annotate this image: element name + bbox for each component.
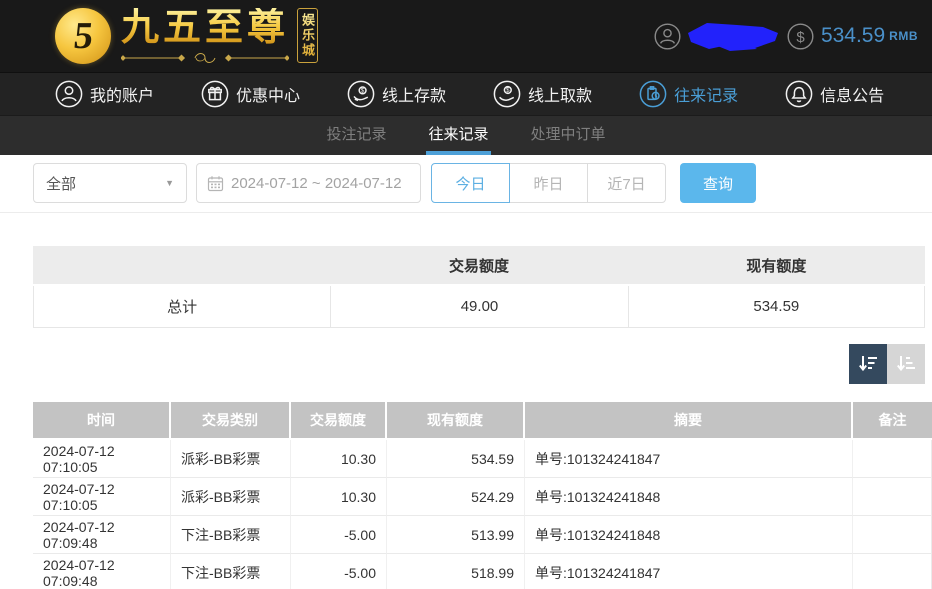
col-header-summary: 摘要 (525, 402, 853, 440)
cell-time: 2024-07-12 07:10:05 (33, 440, 171, 478)
cell-balance: 513.99 (387, 516, 525, 554)
nav-item-withdraw[interactable]: $ 线上取款 (493, 80, 592, 108)
summary-trade-amount: 49.00 (330, 286, 627, 328)
sort-descending-icon (857, 353, 879, 375)
main-nav: 我的账户 优惠中心 $ 线上存款 (0, 72, 932, 115)
table-row: 2024-07-12 07:10:05派彩-BB彩票10.30524.29单号:… (33, 478, 932, 516)
records-table: 时间 交易类别 交易额度 现有额度 摘要 备注 2024-07-12 07:10… (33, 402, 932, 589)
user-icon (55, 80, 83, 108)
summary-header-trade-amount: 交易额度 (330, 246, 627, 286)
cell-summary: 单号:101324241848 (525, 478, 853, 516)
sort-ascending-button[interactable] (887, 344, 925, 384)
today-button[interactable]: 今日 (431, 163, 510, 203)
date-range-value: 2024-07-12 ~ 2024-07-12 (231, 175, 402, 192)
summary-table: 交易额度 现有额度 总计 49.00 534.59 (33, 246, 925, 328)
cell-note (853, 554, 932, 589)
cell-note (853, 440, 932, 478)
table-row: 2024-07-12 07:09:48下注-BB彩票-5.00518.99单号:… (33, 554, 932, 589)
nav-item-announcements[interactable]: 信息公告 (785, 80, 884, 108)
col-header-balance: 现有额度 (387, 402, 525, 440)
type-select-value: 全部 (46, 173, 76, 194)
record-subtabs: 投注记录 往来记录 处理中订单 (0, 115, 932, 155)
svg-text:$: $ (796, 29, 805, 46)
cell-time: 2024-07-12 07:10:05 (33, 478, 171, 516)
quick-date-group: 今日 昨日 近7日 (431, 163, 666, 203)
cell-note (853, 478, 932, 516)
cell-balance: 534.59 (387, 440, 525, 478)
cell-summary: 单号:101324241848 (525, 516, 853, 554)
cell-amount: 10.30 (291, 440, 387, 478)
cell-type: 派彩-BB彩票 (171, 440, 291, 478)
brand-subtitle: 娱乐城 (297, 8, 318, 63)
search-button[interactable]: 查询 (680, 163, 756, 203)
balance-amount: 534.59 (821, 24, 885, 48)
col-header-time: 时间 (33, 402, 171, 440)
last7days-button[interactable]: 近7日 (587, 163, 666, 203)
cell-balance: 524.29 (387, 478, 525, 516)
calendar-icon (207, 175, 224, 192)
filter-section: 全部 ▼ 2024-07-12 ~ 2024-07-12 今日 昨日 近7日 查… (0, 155, 932, 213)
tab-betting-records[interactable]: 投注记录 (324, 116, 388, 155)
cell-balance: 518.99 (387, 554, 525, 589)
yesterday-button[interactable]: 昨日 (509, 163, 588, 203)
withdraw-icon: $ (493, 80, 521, 108)
summary-header-empty (33, 246, 330, 286)
nav-item-transaction-records[interactable]: 往来记录 (639, 80, 738, 108)
records-icon (639, 80, 667, 108)
account-area: $ 534.59 RMB (654, 19, 918, 53)
top-header-bar: 5 九五至尊 娱乐城 (0, 0, 932, 72)
brand-title: 九五至尊 (121, 8, 289, 50)
col-header-type: 交易类别 (171, 402, 291, 440)
flourish-ornament-icon (121, 51, 289, 64)
site-logo[interactable]: 5 九五至尊 娱乐城 (55, 8, 344, 65)
cell-summary: 单号:101324241847 (525, 554, 853, 589)
type-select[interactable]: 全部 ▼ (33, 163, 187, 203)
username-redaction-scribble (685, 19, 781, 53)
col-header-note: 备注 (853, 402, 932, 440)
user-avatar-icon[interactable] (654, 23, 681, 50)
nav-item-promotions[interactable]: 优惠中心 (201, 80, 300, 108)
cell-amount: -5.00 (291, 516, 387, 554)
sort-descending-button[interactable] (849, 344, 887, 384)
cell-type: 下注-BB彩票 (171, 554, 291, 589)
currency-icon: $ (787, 23, 814, 50)
table-row: 2024-07-12 07:10:05派彩-BB彩票10.30534.59单号:… (33, 440, 932, 478)
cell-summary: 单号:101324241847 (525, 440, 853, 478)
records-table-body: 2024-07-12 07:10:05派彩-BB彩票10.30534.59单号:… (33, 440, 932, 589)
summary-total-label: 总计 (33, 286, 330, 328)
cell-type: 下注-BB彩票 (171, 516, 291, 554)
col-header-amount: 交易额度 (291, 402, 387, 440)
tab-transaction-records[interactable]: 往来记录 (426, 116, 490, 155)
nav-item-my-account[interactable]: 我的账户 (55, 80, 154, 108)
tab-pending-orders[interactable]: 处理中订单 (529, 116, 608, 155)
cell-amount: -5.00 (291, 554, 387, 589)
nav-item-deposit[interactable]: $ 线上存款 (347, 80, 446, 108)
cell-time: 2024-07-12 07:09:48 (33, 516, 171, 554)
table-row: 2024-07-12 07:09:48下注-BB彩票-5.00513.99单号:… (33, 516, 932, 554)
summary-balance: 534.59 (628, 286, 925, 328)
deposit-icon: $ (347, 80, 375, 108)
chevron-down-icon: ▼ (165, 178, 174, 188)
cell-note (853, 516, 932, 554)
sort-ascending-icon (895, 353, 917, 375)
cell-amount: 10.30 (291, 478, 387, 516)
cell-time: 2024-07-12 07:09:48 (33, 554, 171, 589)
gift-icon (201, 80, 229, 108)
bell-icon (785, 80, 813, 108)
sort-controls (0, 344, 932, 384)
summary-header-balance: 现有额度 (628, 246, 925, 286)
date-range-input[interactable]: 2024-07-12 ~ 2024-07-12 (196, 163, 421, 203)
logo-monogram-icon: 5 (55, 8, 111, 64)
cell-type: 派彩-BB彩票 (171, 478, 291, 516)
balance-currency: RMB (889, 29, 918, 43)
summary-row: 总计 49.00 534.59 (33, 286, 925, 328)
